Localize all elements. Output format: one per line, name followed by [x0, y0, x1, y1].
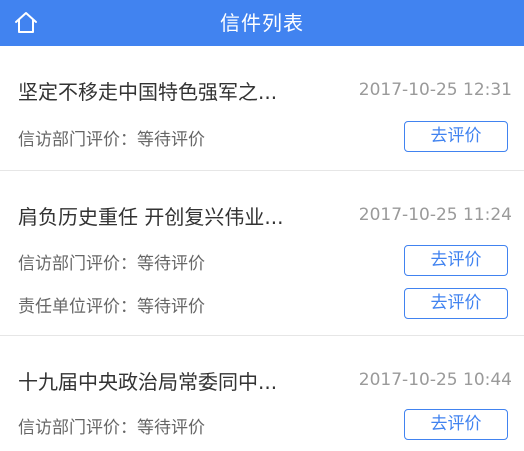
page-title: 信件列表 — [220, 11, 304, 35]
letter-time: 2017-10-25 11:24 — [358, 205, 512, 225]
letter-item[interactable]: 十九届中央政治局常委同中... 2017-10-25 10:44 信访部门评价：… — [0, 336, 524, 451]
evaluation-label: 信访部门评价：等待评价 — [18, 254, 205, 274]
evaluation-label: 责任单位评价：等待评价 — [18, 297, 205, 317]
letter-list: 坚定不移走中国特色强军之... 2017-10-25 12:31 信访部门评价：… — [0, 46, 524, 451]
letter-title[interactable]: 十九届中央政治局常委同中... — [18, 366, 277, 395]
evaluation-label: 信访部门评价：等待评价 — [18, 130, 205, 150]
evaluate-button[interactable]: 去评价 — [404, 409, 508, 440]
evaluation-label: 信访部门评价：等待评价 — [18, 418, 205, 438]
app-header: 信件列表 — [0, 0, 524, 46]
evaluate-button[interactable]: 去评价 — [404, 288, 508, 319]
letter-title[interactable]: 坚定不移走中国特色强军之... — [18, 76, 277, 105]
letter-time: 2017-10-25 10:44 — [358, 370, 512, 390]
letter-time: 2017-10-25 12:31 — [358, 80, 512, 100]
evaluate-button[interactable]: 去评价 — [404, 245, 508, 276]
letter-title[interactable]: 肩负历史重任 开创复兴伟业... — [18, 201, 283, 230]
letter-item[interactable]: 肩负历史重任 开创复兴伟业... 2017-10-25 11:24 信访部门评价… — [0, 171, 524, 336]
evaluate-button[interactable]: 去评价 — [404, 121, 508, 152]
letter-item[interactable]: 坚定不移走中国特色强军之... 2017-10-25 12:31 信访部门评价：… — [0, 46, 524, 171]
